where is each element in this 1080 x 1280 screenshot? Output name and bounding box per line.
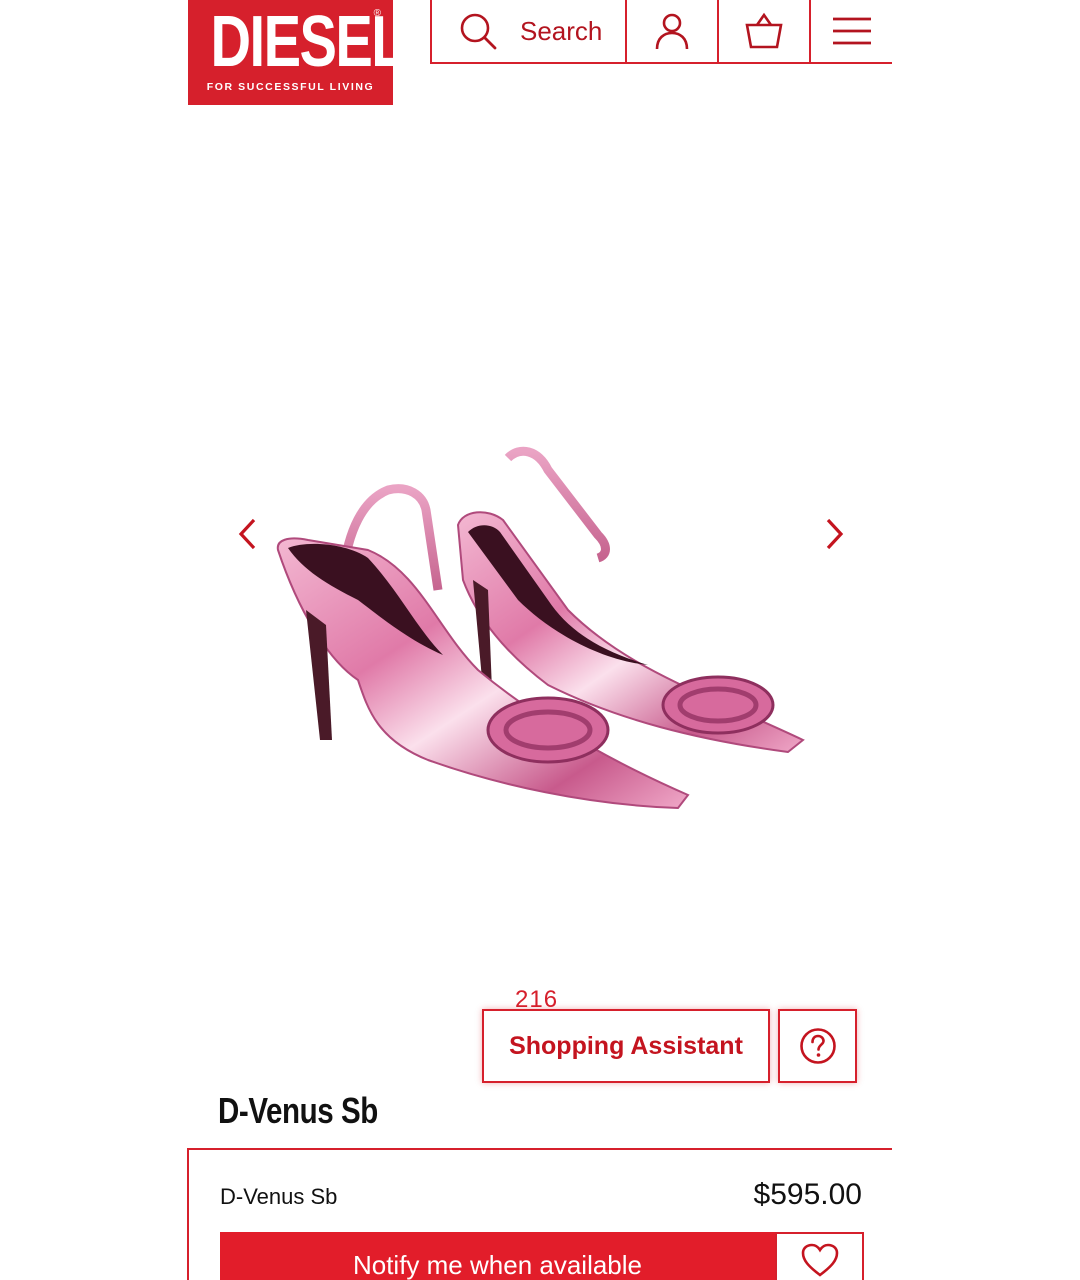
product-page: DIESEL ® FOR SUCCESSFUL LIVING Search 21… (0, 0, 1080, 1280)
menu-button[interactable] (811, 0, 892, 62)
question-circle-icon (799, 1028, 836, 1064)
hamburger-menu-icon (832, 17, 871, 45)
search-icon (460, 13, 497, 50)
product-price: $595.00 (753, 1178, 862, 1211)
cart-button[interactable] (719, 0, 811, 62)
product-title: D-Venus Sb (218, 1090, 378, 1131)
basket-icon (745, 12, 783, 49)
product-name: D-Venus Sb (220, 1184, 338, 1209)
diesel-logo[interactable]: DIESEL ® FOR SUCCESSFUL LIVING (188, 0, 406, 105)
logo-wordmark: DIESEL (210, 2, 406, 82)
search-label: Search (520, 15, 603, 46)
wishlist-button[interactable] (775, 1232, 864, 1280)
product-purchase-panel: D-Venus Sb $595.00 Notify me when availa… (187, 1148, 892, 1280)
user-icon (655, 13, 689, 50)
header-toolbar: Search (430, 0, 892, 64)
shopping-assistant-button[interactable]: Shopping Assistant (482, 1009, 770, 1083)
logo-tagline: FOR SUCCESSFUL LIVING (206, 81, 375, 93)
logo-registered-mark: ® (373, 8, 381, 19)
product-image-gallery[interactable] (188, 120, 892, 980)
search-button[interactable]: Search (432, 0, 627, 62)
notify-me-label: Notify me when available (352, 1250, 643, 1280)
account-button[interactable] (627, 0, 719, 62)
shopping-assistant-label: Shopping Assistant (509, 1031, 743, 1060)
notify-me-button[interactable]: Notify me when available (220, 1232, 775, 1280)
product-image (276, 446, 805, 810)
help-button[interactable] (778, 1009, 857, 1083)
heart-icon (801, 1243, 838, 1277)
